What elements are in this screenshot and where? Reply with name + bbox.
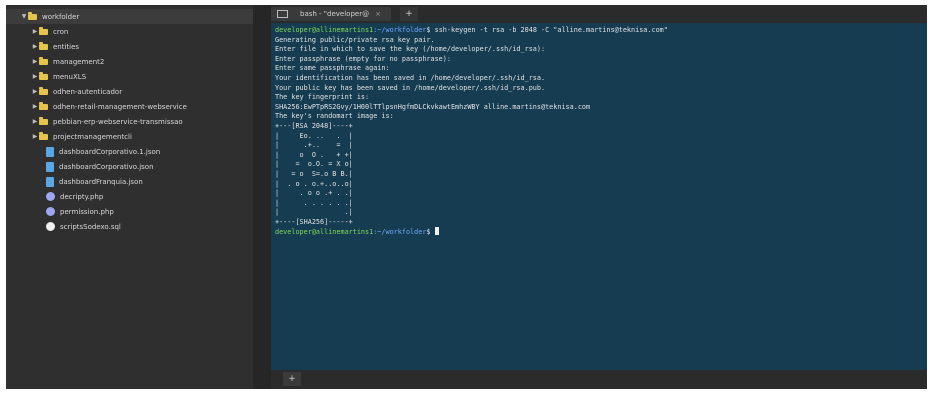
terminal-output-line: | = o S=.o B B.| <box>275 169 353 178</box>
tree-item-label: projectmanagementcli <box>53 132 132 141</box>
tree-folder[interactable]: ▶ entities <box>6 39 253 54</box>
tree-item-label: odhen-autenticador <box>53 87 123 96</box>
tree-item-label: decripty.php <box>60 192 104 201</box>
tree-item-label: menuXLS <box>53 72 87 81</box>
chevron-right-icon[interactable]: ▶ <box>31 118 39 125</box>
terminal-output-line: | .| <box>275 208 353 217</box>
tree-folder[interactable]: ▶ odhen-autenticador <box>6 84 253 99</box>
tree-file[interactable]: dashboardCorporativo.json <box>6 159 253 174</box>
terminal-output-line: The key fingerprint is: <box>275 93 370 102</box>
folder-icon <box>39 101 48 110</box>
terminal-output-line: | . o o .+ . .| <box>275 189 353 198</box>
folder-icon <box>39 41 48 50</box>
tree-root-workfolder[interactable]: ▼ workfolder <box>6 9 253 24</box>
terminal-output-line: | . . . . . .| <box>275 198 353 207</box>
tree-item-label: dashboardCorporativo.1.json <box>59 147 161 156</box>
chevron-right-icon[interactable]: ▶ <box>31 73 39 80</box>
folder-icon <box>39 131 48 140</box>
tree-file[interactable]: scriptsSodexo.sql <box>6 219 253 234</box>
chevron-right-icon[interactable]: ▶ <box>31 58 39 65</box>
tree-folder[interactable]: ▶ projectmanagementcli <box>6 129 253 144</box>
terminal-panel[interactable]: developer@allinemartins1:~/workfolder$ s… <box>271 23 927 370</box>
tree-item-label: dashboardCorporativo.json <box>59 162 154 171</box>
php-file-icon <box>46 192 55 201</box>
tree-item-label: scriptsSodexo.sql <box>60 222 121 231</box>
tree-root-label: workfolder <box>42 12 80 21</box>
terminal-output-line: Your public key has been saved in /home/… <box>275 83 546 92</box>
folder-icon <box>39 56 48 65</box>
tree-item-label: management2 <box>53 57 105 66</box>
chevron-down-icon[interactable]: ▼ <box>20 13 28 20</box>
tab-label: bash - "developer@ <box>300 10 370 18</box>
folder-icon <box>39 26 48 35</box>
php-file-icon <box>46 207 55 216</box>
terminal-output-line: | = o.O. = X o| <box>275 160 353 169</box>
chevron-right-icon[interactable]: ▶ <box>31 88 39 95</box>
terminal-output-line: Your identification has been saved in /h… <box>275 73 546 82</box>
chevron-right-icon[interactable]: ▶ <box>31 133 39 140</box>
terminal-output-line: | .+.. = | <box>275 141 353 150</box>
folder-icon <box>39 116 48 125</box>
tree-folder[interactable]: ▶ menuXLS <box>6 69 253 84</box>
folder-icon <box>39 86 48 95</box>
terminal-output-line: Enter passphrase (empty for no passphras… <box>275 54 451 63</box>
terminal-output: developer@allinemartins1:~/workfolder$ s… <box>275 26 668 238</box>
tree-item-label: dashboardFranquia.json <box>59 177 143 186</box>
tree-file[interactable]: dashboardCorporativo.1.json <box>6 144 253 159</box>
terminal-output-line: The key's randomart image is: <box>275 112 394 121</box>
folder-icon <box>28 11 37 20</box>
tree-file[interactable]: dashboardFranquia.json <box>6 174 253 189</box>
tree-folder[interactable]: ▶ pebbian-erp-webservice-transmissao <box>6 114 253 129</box>
command-text: $ ssh-keygen -t rsa -b 2048 -C "alline.m… <box>426 26 668 34</box>
terminal-output-line: Enter file in which to save the key (/ho… <box>275 45 546 54</box>
tree-file[interactable]: decripty.php <box>6 189 253 204</box>
tree-item-label: entities <box>53 42 80 51</box>
terminal-output-line: +----[SHA256]-----+ <box>275 217 353 226</box>
terminal-output-line: | Eo. .. . | <box>275 131 353 140</box>
tree-folder[interactable]: ▶ odhen-retail-management-webservice <box>6 99 253 114</box>
tree-file[interactable]: permission.php <box>6 204 253 219</box>
terminal-tabbar: bash - "developer@ × + <box>271 5 927 23</box>
add-terminal-button[interactable]: + <box>283 372 301 386</box>
tree-item-label: cron <box>53 27 69 36</box>
file-explorer-sidebar: ▼ workfolder ▶ cron ▶ entities ▶ management2 ▶… <box>6 5 253 389</box>
tree-item-label: odhen-retail-management-webservice <box>53 102 187 111</box>
terminal-output-line: SHA256:EwPTpRS2Gvy/1H00lTTlpsnHgfmDLCkvk… <box>275 102 591 111</box>
terminal-cursor <box>434 227 439 236</box>
tree-folder[interactable]: ▶ management2 <box>6 54 253 69</box>
terminal-output-line: Generating public/private rsa key pair. <box>275 35 435 44</box>
sql-file-icon <box>46 222 55 231</box>
new-tab-button[interactable]: + <box>400 7 418 21</box>
final-prompt-end: $ <box>426 228 435 237</box>
final-prompt-user: developer@allinemartins1 <box>275 228 374 237</box>
json-file-icon <box>46 161 54 172</box>
prompt-user: developer@allinemartins1 <box>275 26 374 34</box>
chevron-right-icon[interactable]: ▶ <box>31 28 39 35</box>
sidebar-divider[interactable] <box>253 5 271 389</box>
json-file-icon <box>46 146 54 157</box>
terminal-output-line: | o O . + +| <box>275 150 353 159</box>
folder-icon <box>39 71 48 80</box>
chevron-right-icon[interactable]: ▶ <box>31 103 39 110</box>
chevron-right-icon[interactable]: ▶ <box>31 43 39 50</box>
final-prompt-path: :~/workfolder <box>373 228 427 237</box>
terminal-output-line: Enter same passphrase again: <box>275 64 390 73</box>
terminal-bottombar: + <box>271 370 927 389</box>
terminal-icon <box>277 10 288 18</box>
tree-item-label: permission.php <box>60 207 114 216</box>
terminal-output-line: +---[RSA 2048]----+ <box>275 121 353 130</box>
tree-folder[interactable]: ▶ cron <box>6 24 253 39</box>
tab-bash[interactable]: bash - "developer@ × <box>271 7 391 21</box>
prompt-path: :~/workfolder <box>373 26 427 34</box>
close-icon[interactable]: × <box>375 10 381 18</box>
terminal-output-line: | . o . o.+..o..o| <box>275 179 353 188</box>
json-file-icon <box>46 176 54 187</box>
tree-item-label: pebbian-erp-webservice-transmissao <box>53 117 183 126</box>
